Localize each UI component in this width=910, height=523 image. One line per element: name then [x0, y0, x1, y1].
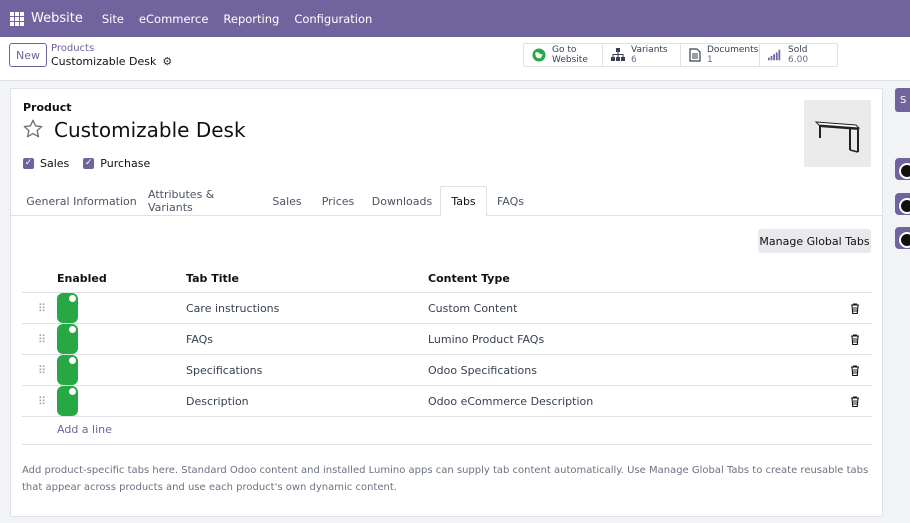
help-text: Add product-specific tabs here. Standard… — [22, 465, 869, 493]
website-label: Website — [552, 55, 588, 65]
trash-icon[interactable] — [850, 364, 860, 376]
top-navbar: Website Site eCommerce Reporting Configu… — [0, 0, 910, 37]
sold-button[interactable]: Sold 6.00 — [760, 44, 837, 66]
content-type-cell[interactable]: Odoo Specifications — [428, 355, 537, 385]
table-bottom-divider — [22, 444, 872, 445]
enabled-toggle[interactable] — [57, 355, 78, 385]
tab-title-cell[interactable]: Description — [186, 386, 249, 416]
go-to-website-button[interactable]: Go to Website — [524, 44, 603, 66]
column-content-type[interactable]: Content Type — [428, 265, 510, 292]
sales-checkbox[interactable]: ✓ Sales — [23, 157, 69, 170]
sales-checkbox-label: Sales — [40, 157, 70, 170]
column-enabled[interactable]: Enabled — [57, 265, 107, 292]
gear-icon[interactable]: ⚙ — [162, 55, 172, 68]
documents-button[interactable]: Documents 1 — [681, 44, 760, 66]
tab-title-cell[interactable]: Specifications — [186, 355, 262, 385]
sold-value: 6.00 — [788, 55, 809, 65]
documents-count: 1 — [707, 55, 713, 65]
breadcrumb-products[interactable]: Products — [51, 43, 94, 54]
drag-handle-icon[interactable]: ⠿ — [38, 324, 46, 354]
table-row[interactable]: ⠿ Specifications Odoo Specifications — [22, 355, 872, 386]
enabled-toggle[interactable] — [57, 324, 78, 354]
enabled-toggle[interactable] — [57, 293, 78, 323]
sold-label: Sold — [788, 45, 808, 55]
favorite-star-icon[interactable] — [22, 118, 44, 140]
trash-icon[interactable] — [850, 333, 860, 345]
tab-prices[interactable]: Prices — [317, 186, 359, 216]
variants-count: 6 — [631, 55, 637, 65]
tab-sales[interactable]: Sales — [268, 186, 306, 216]
menu-ecommerce[interactable]: eCommerce — [139, 12, 209, 26]
tab-tabs[interactable]: Tabs — [440, 186, 487, 217]
tab-title-cell[interactable]: FAQs — [186, 324, 213, 354]
product-image[interactable] — [804, 100, 871, 167]
table-header: Enabled Tab Title Content Type — [22, 265, 872, 293]
product-name[interactable]: Customizable Desk — [54, 118, 246, 142]
menu-configuration[interactable]: Configuration — [294, 12, 372, 26]
content-type-cell[interactable]: Odoo eCommerce Description — [428, 386, 593, 416]
breadcrumb-current: Customizable Desk ⚙ — [51, 55, 172, 68]
content-type-cell[interactable]: Custom Content — [428, 293, 517, 323]
menu-site[interactable]: Site — [102, 12, 124, 26]
app-name[interactable]: Website — [31, 11, 83, 26]
tab-title-cell[interactable]: Care instructions — [186, 293, 279, 323]
globe-icon — [532, 48, 546, 62]
purchase-checkbox[interactable]: ✓ Purchase — [83, 157, 150, 170]
drag-handle-icon[interactable]: ⠿ — [38, 355, 46, 385]
follower-avatar[interactable] — [895, 158, 910, 180]
product-type-checkboxes: ✓ Sales ✓ Purchase — [23, 157, 150, 170]
table-row[interactable]: ⠿ Description Odoo eCommerce Description — [22, 386, 872, 417]
manage-global-tabs-button[interactable]: Manage Global Tabs — [758, 229, 871, 253]
menu-reporting[interactable]: Reporting — [223, 12, 279, 26]
enabled-toggle[interactable] — [57, 386, 78, 416]
apps-grid-icon[interactable] — [10, 11, 24, 26]
breadcrumb-current-label: Customizable Desk — [51, 55, 157, 68]
table-row[interactable]: ⠿ Care instructions Custom Content — [22, 293, 872, 324]
notebook-tabs: General Information Attributes & Variant… — [11, 186, 882, 217]
control-panel: New Products Customizable Desk ⚙ Go to W… — [0, 37, 910, 81]
desk-image — [814, 121, 861, 153]
drag-handle-icon[interactable]: ⠿ — [38, 293, 46, 323]
trash-icon[interactable] — [850, 302, 860, 314]
documents-icon — [689, 48, 701, 62]
check-icon: ✓ — [83, 158, 95, 169]
tab-attributes-variants[interactable]: Attributes & Variants — [148, 186, 258, 216]
trash-icon[interactable] — [850, 395, 860, 407]
variants-button[interactable]: Variants 6 — [603, 44, 681, 66]
tab-downloads[interactable]: Downloads — [369, 186, 435, 216]
side-send-button[interactable]: S — [895, 88, 910, 112]
tab-faqs[interactable]: FAQs — [493, 186, 528, 216]
table-row[interactable]: ⠿ FAQs Lumino Product FAQs — [22, 324, 872, 355]
purchase-checkbox-label: Purchase — [100, 157, 151, 170]
bar-chart-icon — [768, 48, 782, 62]
variants-label: Variants — [631, 45, 668, 55]
tab-general-information[interactable]: General Information — [23, 186, 140, 216]
product-section-label: Product — [23, 101, 72, 114]
smart-buttons: Go to Website Variants 6 Documents 1 Sol… — [523, 43, 838, 67]
go-to-label: Go to — [552, 45, 577, 55]
drag-handle-icon[interactable]: ⠿ — [38, 386, 46, 416]
documents-label: Documents — [707, 45, 759, 55]
sitemap-icon — [611, 48, 625, 62]
column-tab-title[interactable]: Tab Title — [186, 265, 239, 292]
form-sheet: Product Customizable Desk ✓ Sales ✓ Purc… — [10, 88, 883, 517]
add-line-link[interactable]: Add a line — [57, 423, 112, 436]
content-type-cell[interactable]: Lumino Product FAQs — [428, 324, 544, 354]
check-icon: ✓ — [23, 158, 34, 169]
new-button[interactable]: New — [9, 43, 47, 67]
follower-avatar[interactable] — [895, 227, 910, 249]
follower-avatar[interactable] — [895, 193, 910, 215]
